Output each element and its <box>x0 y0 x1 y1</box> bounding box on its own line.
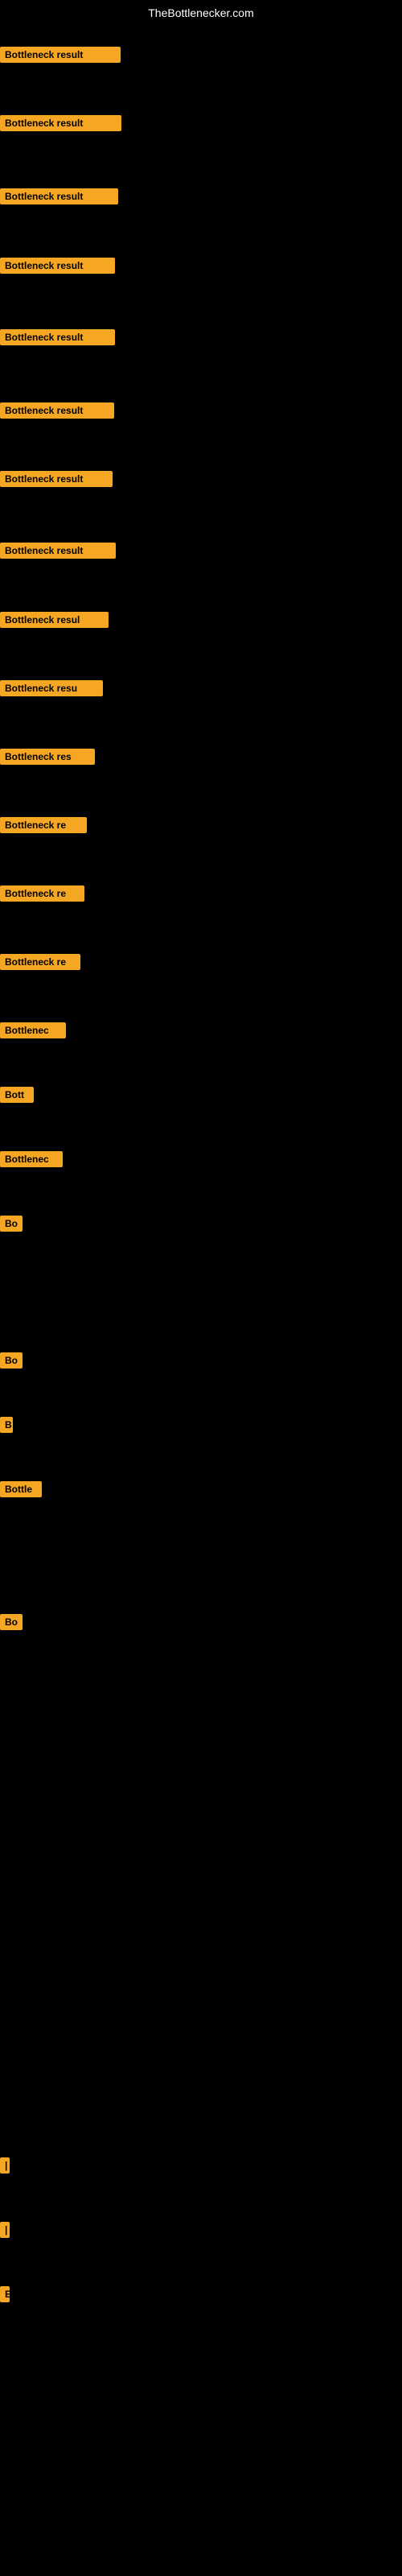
bottleneck-badge-25: E <box>0 2286 10 2302</box>
site-title: TheBottlenecker.com <box>148 6 254 19</box>
bottleneck-badge-24: | <box>0 2222 10 2238</box>
bottleneck-badge-14: Bottleneck re <box>0 954 80 970</box>
bottleneck-badge-13: Bottleneck re <box>0 886 84 902</box>
bottleneck-badge-6: Bottleneck result <box>0 402 114 419</box>
bottleneck-badge-2: Bottleneck result <box>0 115 121 131</box>
bottleneck-badge-10: Bottleneck resu <box>0 680 103 696</box>
bottleneck-badge-3: Bottleneck result <box>0 188 118 204</box>
bottleneck-badge-22: Bo <box>0 1614 23 1630</box>
bottleneck-badge-4: Bottleneck result <box>0 258 115 274</box>
bottleneck-badge-12: Bottleneck re <box>0 817 87 833</box>
bottleneck-badge-23: | <box>0 2157 10 2174</box>
bottleneck-badge-19: Bo <box>0 1352 23 1368</box>
bottleneck-badge-1: Bottleneck result <box>0 47 121 63</box>
bottleneck-badge-20: B <box>0 1417 13 1433</box>
bottleneck-badge-16: Bott <box>0 1087 34 1103</box>
bottleneck-badge-18: Bo <box>0 1216 23 1232</box>
bottleneck-badge-21: Bottle <box>0 1481 42 1497</box>
bottleneck-badge-9: Bottleneck resul <box>0 612 109 628</box>
bottleneck-badge-17: Bottlenec <box>0 1151 63 1167</box>
bottleneck-badge-11: Bottleneck res <box>0 749 95 765</box>
bottleneck-badge-5: Bottleneck result <box>0 329 115 345</box>
bottleneck-badge-8: Bottleneck result <box>0 543 116 559</box>
bottleneck-badge-15: Bottlenec <box>0 1022 66 1038</box>
bottleneck-badge-7: Bottleneck result <box>0 471 113 487</box>
